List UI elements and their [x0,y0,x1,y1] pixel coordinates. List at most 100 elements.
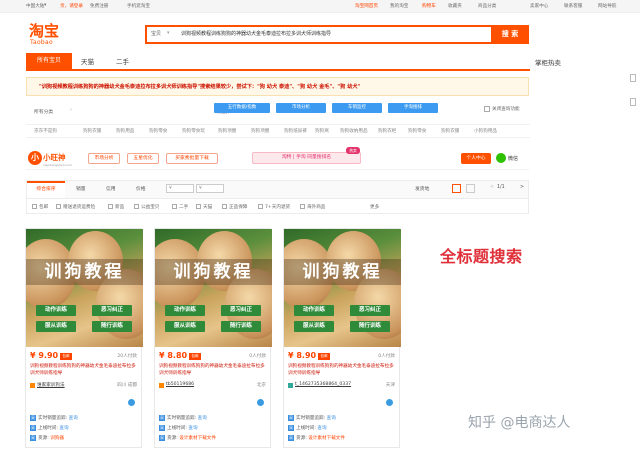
option-checkbox[interactable] [300,204,305,209]
option-checkbox[interactable] [108,204,113,209]
related-search-link[interactable]: 狗狗零食 [149,128,167,134]
option-label[interactable]: 公益宝贝 [141,204,159,210]
tab-tmall[interactable]: 天猫 [81,56,94,66]
prev-page-icon[interactable]: < [490,185,494,190]
search-input[interactable]: 训狗视频教程训练狗狗的神器幼犬金毛泰迪拉布拉多训犬师训练指导 [181,30,331,37]
related-search-link[interactable]: 小狗狗用品 [474,128,497,134]
register-link[interactable]: 免费注册 [90,3,108,9]
index-data-button[interactable]: 五行数据/指数 [214,103,270,113]
sales-monitor-button[interactable]: 车销监控 [332,103,382,113]
wechat-icon[interactable] [496,153,506,163]
option-checkbox[interactable] [222,204,227,209]
wechat-label[interactable]: 微信 [508,155,518,162]
disable-query-checkbox[interactable] [484,106,490,112]
shop-name-link[interactable]: t_1462735368864_0337 [295,382,351,387]
option-label[interactable]: 海外商品 [307,204,325,210]
option-label[interactable]: 7+天内退货 [265,204,290,210]
plugin-market-analysis-button[interactable]: 市场分析 [88,153,120,164]
mobile-link[interactable]: 手机逛淘宝 [127,3,150,9]
sort-credit[interactable]: 信用 [106,185,116,192]
wangwang-chat-icon[interactable] [257,399,264,406]
seller-center-link[interactable]: 卖家中心 [530,3,548,9]
product-image[interactable]: 训狗教程 动作训练 恶习纠正 服从训练 随行训练 [284,229,401,347]
related-search-link[interactable]: 京东不是狗 [34,128,57,134]
personal-center-button[interactable]: 个人中心 [461,153,491,164]
product-image[interactable]: 训狗教程 动作训练 恶习纠正 服从训练 随行训练 [155,229,272,347]
list-view-icon[interactable] [466,184,475,193]
plugin-five-star-button[interactable]: 五星优化 [127,153,159,164]
tab-all-items[interactable]: 所有宝贝 [26,53,72,69]
wangwang-chat-icon[interactable] [128,399,135,406]
related-search-link[interactable]: 狗狗项圈 [251,128,269,134]
sort-sales[interactable]: 销量 [76,185,86,192]
related-search-link[interactable]: 狗狗衣服 [83,128,101,134]
source-value-link[interactable]: 训狗器 [50,436,64,441]
option-label[interactable]: 正品保障 [229,204,247,210]
cart-link[interactable]: 购物车 [422,3,436,9]
related-search-link[interactable]: 狗狗收纳用品 [340,128,368,134]
option-label[interactable]: 赠送退货运费险 [63,204,95,210]
favorites-link[interactable]: 收藏夹 [448,3,462,9]
sort-price[interactable]: 价格 [136,185,146,192]
taobao-logo[interactable]: 淘宝 [29,20,59,41]
plugin-rank-button[interactable]: 淘特 | 手淘 同量搜排名 [252,152,361,164]
product-card[interactable]: 训狗教程 动作训练 恶习纠正 服从训练 随行训练 ¥ 9.90 包邮 20人付款… [25,228,143,448]
sales-tracking-query-link[interactable]: 查询 [327,416,336,421]
chevron-down-icon[interactable]: ▾ [167,30,170,36]
product-title-link[interactable]: 训狗视频教程训练狗狗的神器幼犬金毛泰迪拉布拉多训犬师训练指导 [159,363,269,377]
shop-name-link[interactable]: tb50119686 [166,382,194,387]
option-checkbox[interactable] [32,204,37,209]
online-time-query-link[interactable]: 查询 [59,426,68,431]
tab-second-hand[interactable]: 二手 [116,56,129,66]
region-chevron-icon[interactable]: ▾ [44,3,46,8]
side-arrow-icon[interactable] [630,74,636,82]
price-max-input[interactable]: ¥ [196,184,224,193]
option-checkbox[interactable] [134,204,139,209]
product-image[interactable]: 训狗教程 动作训练 恶习纠正 服从训练 随行训练 [26,229,143,347]
related-search-link[interactable]: 狗狗衣服 [441,128,459,134]
product-card[interactable]: 训狗教程 动作训练 恶习纠正 服从训练 随行训练 ¥ 8.80 包邮 0人付款 … [154,228,272,448]
related-search-link[interactable]: 狗狗项圈 [218,128,236,134]
option-checkbox[interactable] [196,204,201,209]
sales-tracking-query-link[interactable]: 查询 [69,416,78,421]
contact-link[interactable]: 联系客服 [564,3,582,9]
option-label[interactable]: 二手 [179,204,188,210]
related-search-link[interactable]: 狗狗纸尿裤 [284,128,307,134]
online-time-query-link[interactable]: 查询 [188,426,197,431]
search-bar[interactable]: 宝贝 ▾ 训狗视频教程训练狗狗的神器幼犬金毛泰迪拉布拉多训犬师训练指导 [145,25,502,44]
my-taobao-link[interactable]: 我的淘宝 [390,3,408,9]
side-arrow-icon[interactable] [630,98,636,106]
wangwang-chat-icon[interactable] [386,399,393,406]
related-search-link[interactable]: 狗狗窝 [315,128,329,134]
region-selector[interactable]: 中国大陆 [26,3,44,9]
product-card[interactable]: 训狗教程 动作训练 恶习纠正 服从训练 随行训练 ¥ 8.90 包邮 0人付款 … [283,228,401,448]
product-title-link[interactable]: 训狗视频教程训练狗狗的神器幼犬金毛泰迪拉布拉多训犬师训练指导 [288,363,398,377]
option-label[interactable]: 天猫 [203,204,212,210]
option-checkbox[interactable] [56,204,61,209]
plugin-buyer-show-download-button[interactable]: 买家秀批量下载 [166,153,218,164]
market-analysis-button[interactable]: 市场分析 [276,103,326,113]
search-button[interactable]: 搜 索 [491,25,529,44]
source-value-link[interactable]: 设计素材下载文件 [308,436,345,441]
shop-name-link[interactable]: 谁家家训狗法 [37,382,65,388]
related-search-link[interactable]: 狗狗用品 [116,128,134,134]
search-scope-select[interactable]: 宝贝 [151,30,161,37]
product-title-link[interactable]: 训狗视频教程训练狗狗的神器幼犬金毛泰迪拉布拉多训犬师训练指导 [30,363,140,377]
online-time-query-link[interactable]: 查询 [317,426,326,431]
goods-category-link[interactable]: 商品分类 [478,3,496,9]
more-options[interactable]: 更多 [370,204,379,210]
grid-view-icon[interactable] [452,184,461,193]
related-search-link[interactable]: 狗狗零食 [408,128,426,134]
option-checkbox[interactable] [258,204,263,209]
option-label[interactable]: 新品 [115,204,124,210]
related-search-link[interactable]: 狗狗衣柜 [378,128,396,134]
all-categories-label[interactable]: 所有分类 [34,108,53,115]
price-min-input[interactable]: ¥ [166,184,194,193]
source-value-link[interactable]: 设计素材下载文件 [179,436,216,441]
sales-tracking-query-link[interactable]: 查询 [198,416,207,421]
option-label[interactable]: 包邮 [39,204,48,210]
related-search-link[interactable]: 狗狗零食玩 [182,128,205,134]
option-checkbox[interactable] [172,204,177,209]
sort-default[interactable]: 综合排序 [27,181,65,198]
next-page-icon[interactable]: > [520,185,524,190]
